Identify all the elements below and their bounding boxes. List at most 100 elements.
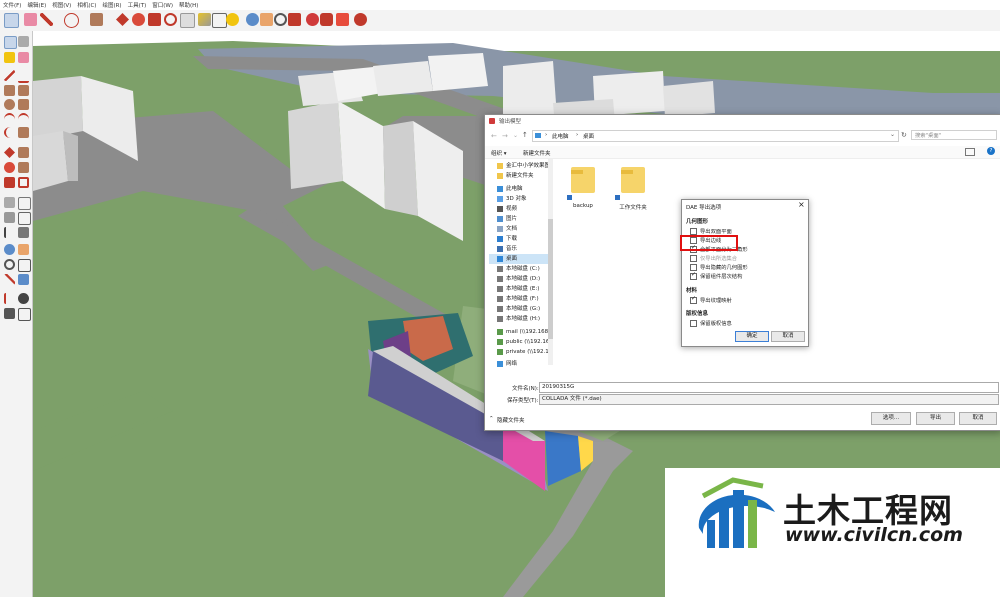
move-icon[interactable] [4,147,15,158]
follow-me-tool-icon[interactable] [180,13,195,28]
menu-view[interactable]: 视图(V) [52,1,71,9]
text-tool-icon[interactable] [212,13,227,28]
recent-dropdown-icon[interactable]: ⌄ [513,132,518,139]
protractor-icon[interactable] [4,212,15,223]
freehand-icon[interactable] [18,70,29,83]
walk-icon[interactable] [4,308,15,319]
checkbox-unchecked[interactable] [690,320,697,327]
pencil-tool-icon[interactable] [40,13,53,26]
nav-item[interactable]: 金汇中小学效果图 [489,161,551,171]
orbit-tool-icon[interactable] [246,13,259,26]
checkbox-checked[interactable] [690,295,697,304]
shape-tool-icon[interactable] [64,13,79,28]
menu-window[interactable]: 窗口(W) [152,1,173,9]
option-row[interactable]: 保留版权信息 [690,320,732,328]
filename-input[interactable]: 20190315G [539,382,999,393]
arc-icon[interactable] [4,113,15,126]
new-folder-button[interactable]: 新建文件夹 [523,149,551,157]
eraser-tool-icon[interactable] [24,13,37,26]
two-point-arc-icon[interactable] [18,113,29,126]
ok-button[interactable]: 确定 [735,331,769,342]
zoom-extents-icon[interactable] [288,13,301,26]
paint-icon[interactable] [4,52,15,63]
cancel-button[interactable]: 取消 [959,412,997,425]
eraser-icon[interactable] [18,52,29,63]
warehouse-icon[interactable] [306,13,319,26]
nav-item[interactable]: 本地磁盘 (E:) [489,284,551,294]
nav-item[interactable]: 图片 [489,214,551,224]
pan-icon[interactable] [18,244,29,255]
offset-tool-icon[interactable] [164,13,177,26]
rectangle-icon[interactable] [4,85,15,96]
breadcrumb-this-pc[interactable]: 此电脑 [552,132,569,140]
nav-item[interactable]: 本地磁盘 (C:) [489,264,551,274]
close-icon[interactable]: × [798,200,805,209]
follow-me-icon[interactable] [18,162,29,173]
share-model-icon[interactable] [320,13,333,26]
line-icon[interactable] [4,70,15,81]
menu-draw[interactable]: 绘图(R) [102,1,121,9]
scale-tool-icon[interactable] [148,13,161,26]
view-options-icon[interactable] [965,148,975,156]
zoom-extents-palette-icon[interactable] [4,274,15,285]
menu-camera[interactable]: 相机(C) [77,1,96,9]
menu-file[interactable]: 文件(F) [3,1,21,9]
rotate-icon[interactable] [4,162,15,173]
breadcrumb-desktop[interactable]: 桌面 [583,132,594,140]
look-around-icon[interactable] [18,293,29,304]
nav-item[interactable]: 音乐 [489,244,551,254]
zoom-icon[interactable] [4,259,15,270]
tape-icon[interactable] [4,197,15,208]
axes-icon[interactable] [4,227,17,238]
nav-item[interactable]: 本地磁盘 (F:) [489,294,551,304]
ruby-console-icon[interactable] [354,13,367,26]
export-button[interactable]: 导出 [916,412,955,425]
nav-item[interactable]: 下载 [489,234,551,244]
3d-text-icon[interactable] [18,227,29,238]
pie-icon[interactable] [18,127,29,138]
position-camera-icon[interactable] [4,293,17,304]
zoom-window-icon[interactable] [18,259,31,272]
text-icon[interactable] [18,212,31,225]
nav-item[interactable]: 新建文件夹 [489,171,551,181]
dae-cancel-button[interactable]: 取消 [771,331,805,342]
push-pull-icon[interactable] [18,147,29,158]
nav-item[interactable]: private (\\192.1 [489,347,551,357]
address-dropdown-icon[interactable]: ⌄ [890,131,895,138]
nav-scrollbar-thumb[interactable] [548,219,553,339]
circle-icon[interactable] [4,99,15,110]
options-button[interactable]: 选项... [871,412,911,425]
nav-item[interactable]: 视频 [489,204,551,214]
paint-bucket-icon[interactable] [226,13,239,26]
section-plane-icon[interactable] [18,308,31,321]
menu-edit[interactable]: 编辑(E) [27,1,46,9]
rotate-tool-icon[interactable] [132,13,145,26]
scale-icon[interactable] [4,177,15,188]
polygon-icon[interactable] [18,99,29,110]
nav-item[interactable]: 文档 [489,224,551,234]
option-row[interactable]: 保留组件层次结构 [690,271,742,281]
select-tool-icon[interactable] [4,13,19,28]
address-bar[interactable]: › 此电脑 › 桌面 ⌄ [532,130,899,142]
nav-item[interactable]: 本地磁盘 (G:) [489,304,551,314]
nav-item[interactable]: 本地磁盘 (D:) [489,274,551,284]
nav-item[interactable]: 桌面 [489,254,551,264]
option-row[interactable]: 导出隐藏的几何图形 [690,264,748,272]
checkbox-checked[interactable] [690,271,697,280]
refresh-icon[interactable]: ↻ [901,131,907,139]
file-item-work-folder[interactable]: 工作文件夹 [613,165,653,215]
three-point-arc-icon[interactable] [4,127,17,138]
zoom-tool-icon[interactable] [274,13,287,26]
file-item-backup[interactable]: backup [565,165,601,215]
component-icon[interactable] [18,36,29,47]
rotated-rectangle-icon[interactable] [18,85,29,96]
nav-item[interactable]: 3D 对象 [489,194,551,204]
nav-item[interactable]: 网络 [489,359,551,369]
filetype-select[interactable]: COLLADA 文件 (*.dae) [539,394,999,405]
previous-view-icon[interactable] [18,274,29,285]
checkbox-unchecked[interactable] [690,264,697,271]
organize-menu[interactable]: 组织 ▾ [491,149,507,157]
pan-tool-icon[interactable] [260,13,273,26]
up-arrow-icon[interactable]: ↑ [522,131,528,139]
tape-measure-icon[interactable] [198,13,211,26]
